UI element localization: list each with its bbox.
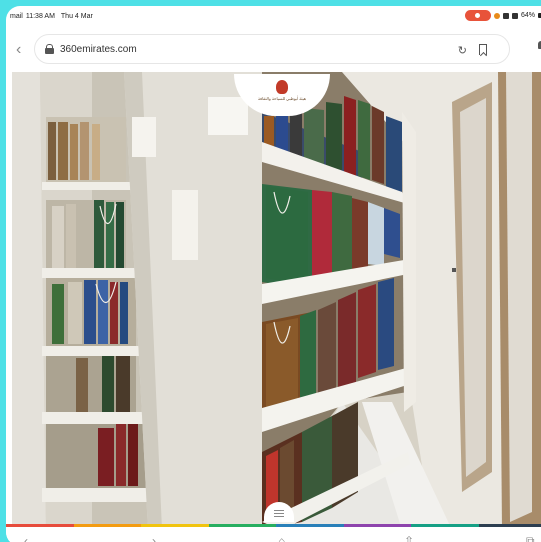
bookmark-icon[interactable] [479,44,487,55]
reload-icon[interactable]: ↻ [458,44,467,57]
share-icon[interactable]: ⇧ [404,535,414,542]
logo-text: هيئة أبوظبي للسياحة والثقافة [258,96,306,101]
carrier-label: mail [10,12,23,20]
status-time: 11:38 AM [25,12,55,20]
chevron-left-icon[interactable]: ‹ [24,535,28,542]
screen-record-icon[interactable] [464,10,491,21]
location-icon [493,12,500,19]
panorama-viewer[interactable]: هيئة أبوظبي للسياحة والثقافة [12,72,541,530]
lock-rotation-icon [511,12,518,19]
status-date: Thu 4 Mar [60,12,93,20]
tablet-screen: mail 11:38 AM Thu 4 Mar 64% ‹ 360emirate… [6,6,541,542]
chevron-right-icon[interactable]: › [152,535,156,542]
battery-percent: 64% [520,12,535,19]
lock-icon [45,44,54,54]
tabs-icon[interactable]: ⧉ [526,535,535,542]
url-text[interactable]: 360emirates.com [60,44,137,55]
browser-bottom-bar: ‹ › ⌂ ⇧ ⧉ [6,527,541,542]
address-bar[interactable]: 360emirates.com ↻ [34,34,510,64]
status-bar: mail 11:38 AM Thu 4 Mar 64% [6,6,541,26]
status-icons: 64% [464,10,541,21]
library-panorama-image[interactable] [12,72,541,530]
browser-toolbar: ‹ 360emirates.com ↻ [6,28,541,72]
home-icon[interactable]: ⌂ [278,535,285,542]
logo-emblem-icon [276,80,288,94]
back-icon[interactable]: ‹ [16,41,36,59]
wifi-icon [502,12,509,19]
